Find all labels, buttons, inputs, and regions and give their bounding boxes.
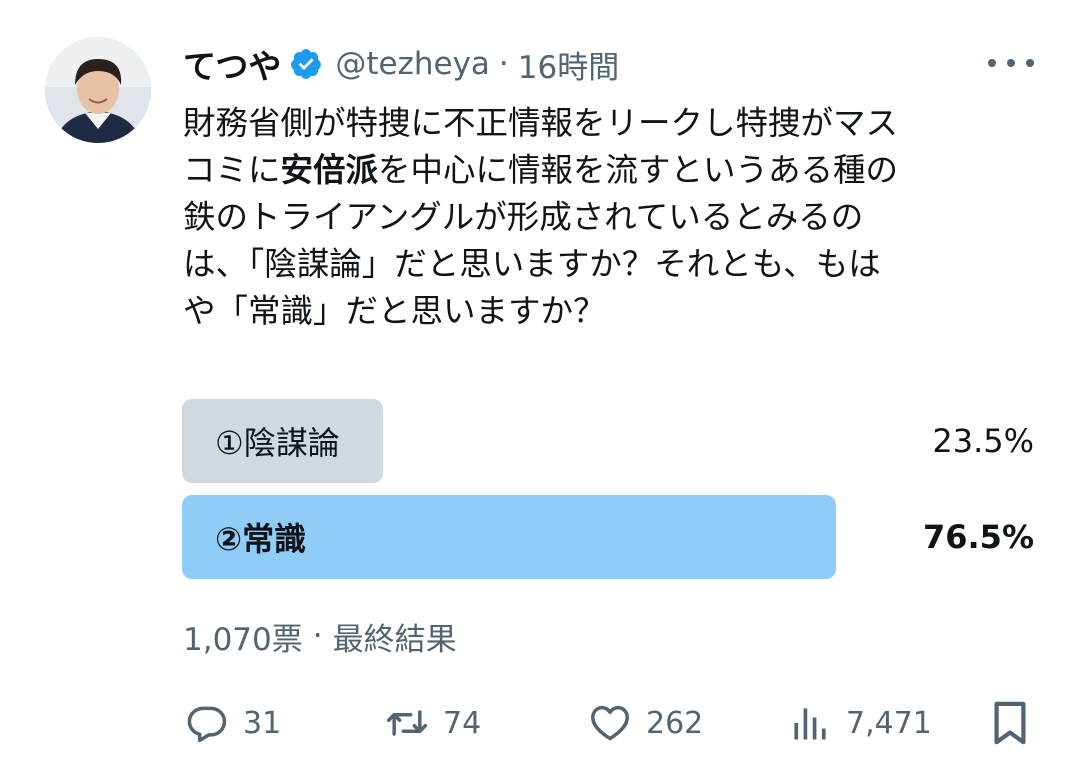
bold-text: 安倍派 (280, 151, 379, 189)
tweet-text-line: は、「陰謀論」だと思いますか？それとも、もは (183, 245, 881, 283)
tweet-text-line: 財務省側が特捜に不正情報をリークし特捜がマス (183, 104, 899, 142)
poll-option-2-label: ②常識 (215, 520, 307, 558)
verified-badge-icon[interactable] (289, 47, 323, 81)
author-avatar[interactable] (45, 37, 151, 143)
reply-icon (187, 706, 227, 743)
like-button[interactable]: 262 (588, 695, 703, 751)
tweet-text-line: や「常識」だと思いますか？ (183, 292, 606, 330)
author-name[interactable]: てつや (183, 40, 281, 88)
header-separator: · (498, 46, 509, 82)
reply-count: 31 (243, 705, 282, 741)
retweet-button[interactable]: 74 (385, 695, 481, 751)
views-count: 7,471 (846, 705, 932, 741)
avatar-image (45, 37, 151, 143)
more-options-icon[interactable] (988, 46, 1034, 80)
bookmark-icon[interactable] (990, 700, 1030, 746)
poll-option-2-percent: 76.5% (922, 518, 1034, 556)
reply-button[interactable]: 31 (185, 695, 281, 751)
like-count: 262 (646, 705, 704, 741)
tweet-text-line: コミに安倍派を中心に情報を流すというある種の (183, 151, 899, 189)
poll-vote-count: 1,070票 (183, 621, 303, 658)
tweet-text-line: 鉄のトライアングルが形成されているとみるの (183, 198, 864, 236)
poll-option-1-label: ①陰謀論 (215, 424, 340, 462)
author-handle[interactable]: @tezheya (335, 46, 490, 82)
heart-icon (591, 705, 629, 741)
poll-option-1-percent: 23.5% (932, 422, 1034, 460)
retweet-count: 74 (443, 705, 482, 741)
views-icon (794, 708, 826, 740)
tweet-actions: 31 74 262 7,471 (0, 695, 1079, 751)
views-button[interactable]: 7,471 (788, 695, 932, 751)
retweet-icon (386, 710, 428, 736)
poll-meta: 1,070票 · 最終結果 (183, 612, 457, 660)
tweet-header: てつや @tezheya · 16時間 (183, 40, 619, 88)
tweet-timestamp[interactable]: 16時間 (518, 42, 619, 87)
tweet-text: 財務省側が特捜に不正情報をリークし特捜がマス コミに安倍派を中心に情報を流すとい… (183, 100, 1013, 335)
poll-meta-separator: · (312, 618, 323, 654)
poll-status: 最終結果 (332, 621, 457, 658)
